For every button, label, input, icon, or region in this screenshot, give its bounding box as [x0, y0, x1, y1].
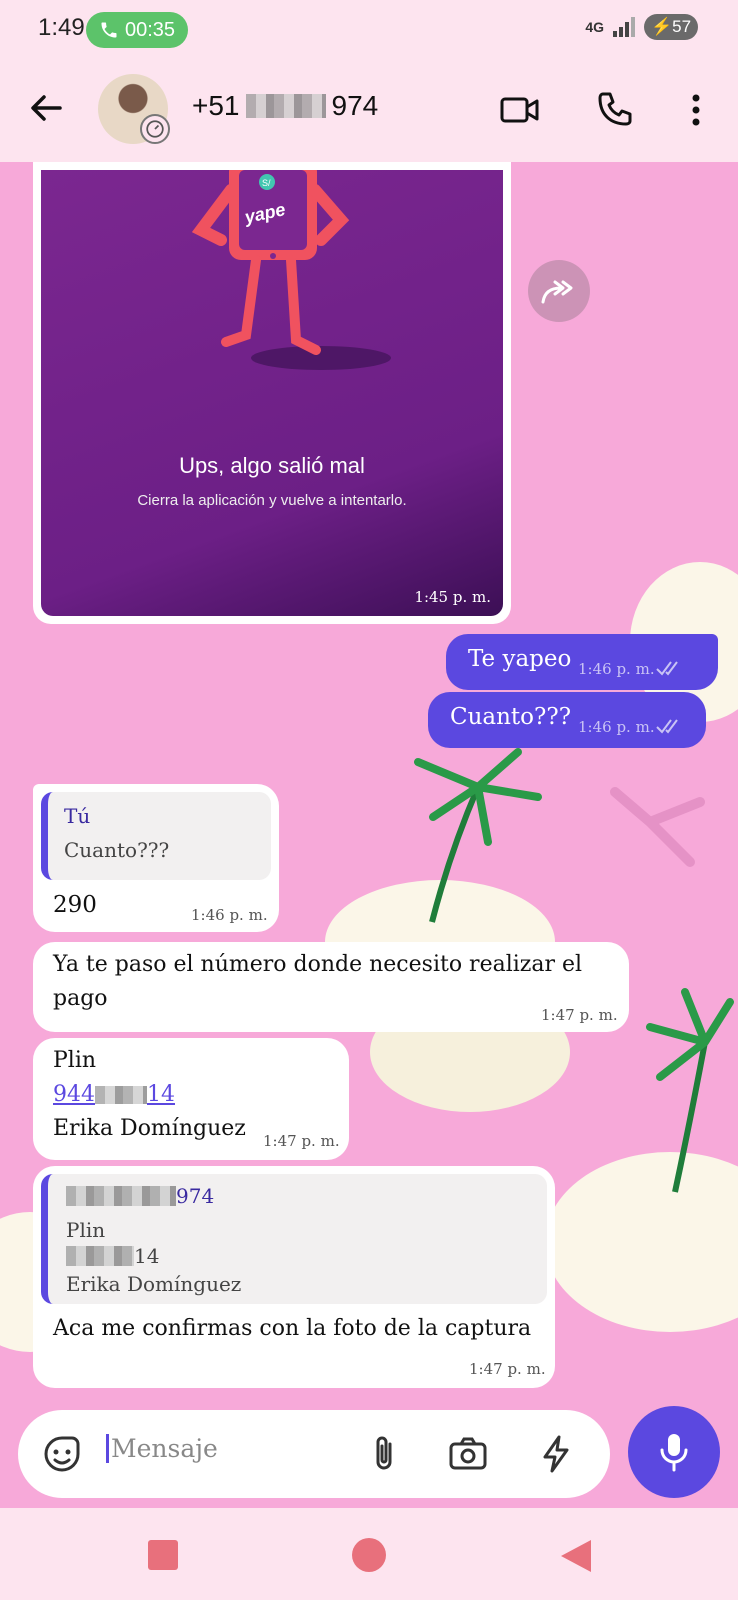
quote-author: Tú — [64, 804, 91, 828]
contact-prefix: +51 — [192, 90, 240, 121]
charging-icon: ⚡ — [650, 17, 673, 36]
call-timer: 00:35 — [124, 18, 176, 41]
signal-icon — [613, 17, 635, 37]
message-time: 1:46 p. m. — [578, 718, 655, 736]
voice-call-icon[interactable] — [592, 88, 636, 132]
microphone-icon — [660, 1434, 688, 1472]
quote-text: Erika Domínguez — [66, 1272, 242, 1296]
forward-icon — [541, 280, 573, 304]
battery-level: 57 — [672, 17, 692, 36]
battery-indicator: ⚡ 57 — [644, 14, 698, 40]
back-arrow-icon[interactable] — [26, 88, 66, 128]
contact-name[interactable]: +51 974 — [192, 90, 378, 122]
quote-author-suffix: 974 — [176, 1184, 215, 1208]
status-bar: 1:49 00:35 4G ⚡ 57 — [0, 0, 738, 60]
message-text: Erika Domínguez — [53, 1116, 246, 1141]
contact-suffix: 974 — [331, 90, 379, 121]
incoming-message[interactable]: Tú Cuanto??? 290 1:46 p. m. — [33, 784, 279, 932]
image-message[interactable]: S/ yape Ups, algo salió mal Cierra la ap… — [33, 162, 511, 624]
quote-text: Plin — [66, 1218, 106, 1242]
message-text: Aca me confirmas con la foto de la captu… — [53, 1316, 532, 1341]
back-triangle-icon[interactable] — [558, 1538, 594, 1574]
quote-line2-suffix: 14 — [134, 1244, 160, 1268]
message-time: 1:47 p. m. — [469, 1360, 546, 1378]
message-time: 1:47 p. m. — [263, 1132, 340, 1150]
message-text: Te yapeo — [468, 646, 572, 672]
message-time: 1:46 p. m. — [578, 660, 655, 678]
quote-author: 974 — [66, 1184, 214, 1208]
incoming-message[interactable]: 974 Plin 14 Erika Domínguez Aca me confi… — [33, 1166, 555, 1388]
quoted-message[interactable]: 974 Plin 14 Erika Domínguez — [41, 1174, 547, 1304]
yape-badge-label: S/ — [262, 178, 271, 188]
quote-text: Cuanto??? — [64, 838, 170, 862]
yape-error-screenshot[interactable]: S/ yape Ups, algo salió mal Cierra la ap… — [41, 170, 503, 616]
chat-header: +51 974 — [0, 60, 738, 162]
phone-icon — [101, 22, 117, 38]
message-time: 1:45 p. m. — [414, 588, 491, 606]
home-circle-icon[interactable] — [350, 1536, 388, 1574]
error-title: Ups, algo salió mal — [179, 453, 365, 478]
redacted-digits — [66, 1246, 134, 1266]
system-nav-bar — [0, 1508, 738, 1600]
sticker-icon[interactable] — [40, 1432, 84, 1476]
message-composer[interactable]: Mensaje — [18, 1410, 610, 1498]
double-check-icon — [656, 719, 678, 734]
redacted-digits — [245, 94, 326, 118]
more-options-icon[interactable] — [674, 88, 718, 132]
incoming-message[interactable]: Plin 944 14 Erika Domínguez 1:47 p. m. — [33, 1038, 349, 1160]
message-input[interactable]: Mensaje — [106, 1434, 218, 1463]
network-type: 4G — [585, 19, 604, 35]
chat-area[interactable]: S/ yape Ups, algo salió mal Cierra la ap… — [0, 162, 738, 1508]
outgoing-message[interactable]: Te yapeo 1:46 p. m. — [446, 634, 718, 690]
forward-button[interactable] — [528, 260, 590, 322]
incoming-message[interactable]: Ya te paso el número donde necesito real… — [33, 942, 629, 1032]
error-subtitle: Cierra la aplicación y vuelve a intentar… — [137, 492, 407, 509]
message-text: Ya te paso el número donde necesito real… — [53, 952, 583, 977]
message-text: Plin — [53, 1048, 97, 1073]
yape-mascot-illustration: S/ yape — [191, 170, 391, 370]
link-suffix: 14 — [147, 1082, 175, 1107]
double-check-icon — [656, 661, 678, 676]
message-time: 1:47 p. m. — [541, 1006, 618, 1024]
voice-record-button[interactable] — [628, 1406, 720, 1498]
clock: 1:49 — [38, 14, 85, 41]
message-text: pago — [53, 986, 108, 1011]
outgoing-message[interactable]: Cuanto??? 1:46 p. m. — [428, 692, 706, 748]
attach-icon[interactable] — [362, 1432, 406, 1476]
quoted-message[interactable]: Tú Cuanto??? — [41, 792, 271, 880]
message-text: 290 — [53, 892, 97, 918]
redacted-digits — [66, 1186, 176, 1206]
quote-text: 14 — [66, 1244, 159, 1268]
ongoing-call-pill[interactable]: 00:35 — [86, 12, 188, 48]
recents-square-icon[interactable] — [146, 1538, 180, 1572]
video-call-icon[interactable] — [498, 88, 542, 132]
disappearing-timer-icon — [140, 114, 170, 144]
message-time: 1:46 p. m. — [191, 906, 268, 924]
message-text: Cuanto??? — [450, 704, 572, 730]
link-prefix: 944 — [53, 1082, 95, 1107]
camera-icon[interactable] — [446, 1432, 490, 1476]
payment-bolt-icon[interactable] — [534, 1432, 578, 1476]
phone-number-link[interactable]: 944 14 — [53, 1082, 175, 1107]
redacted-digits — [95, 1086, 147, 1104]
